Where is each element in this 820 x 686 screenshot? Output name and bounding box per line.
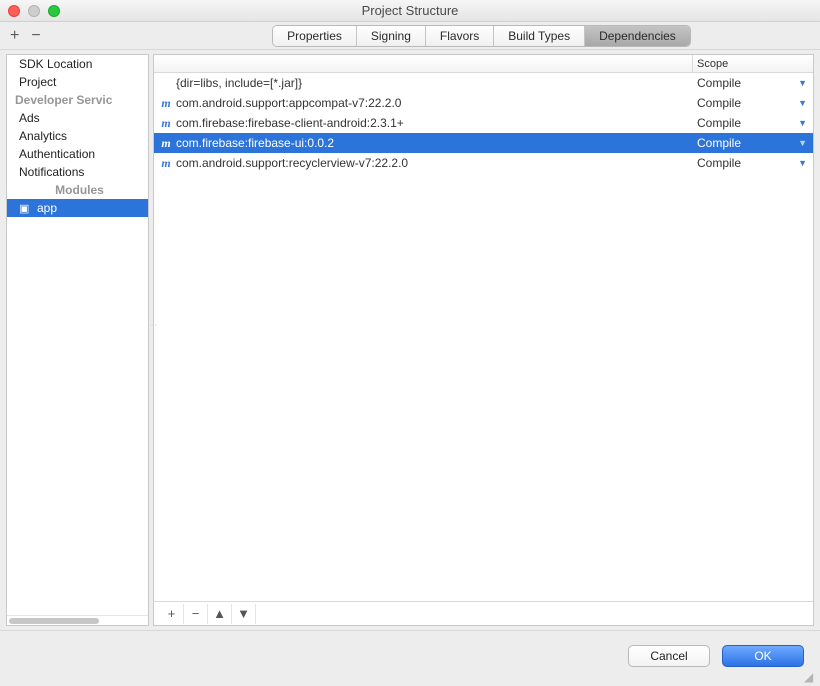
scope-cell[interactable]: Compile ▼ [693,76,813,90]
window-close-button[interactable] [8,5,20,17]
sidebar-item-project[interactable]: Project [7,73,148,91]
dependency-row[interactable]: {dir=libs, include=[*.jar]} Compile ▼ [154,73,813,93]
remove-dependency-button[interactable]: − [184,604,208,624]
chevron-down-icon: ▼ [798,158,807,168]
scope-value: Compile [697,116,741,130]
dependency-text: com.android.support:recyclerview-v7:22.2… [176,156,408,170]
tab-build-types[interactable]: Build Types [494,26,585,46]
chevron-down-icon: ▼ [798,98,807,108]
window-title: Project Structure [362,3,459,18]
add-dependency-button[interactable]: + [160,604,184,624]
sidebar-item-label: app [37,201,57,215]
dependency-cell: mcom.firebase:firebase-ui:0.0.2 [154,136,693,151]
sidebar-item-authentication[interactable]: Authentication [7,145,148,163]
chevron-down-icon: ▼ [798,118,807,128]
maven-icon: m [158,156,174,171]
dependency-row[interactable]: mcom.firebase:firebase-ui:0.0.2 Compile ▼ [154,133,813,153]
traffic-lights [8,5,60,17]
ok-button[interactable]: OK [722,645,804,667]
dependency-text: com.android.support:appcompat-v7:22.2.0 [176,96,401,110]
maven-icon: m [158,136,174,151]
sidebar-item-developer-servic: Developer Servic [7,91,148,109]
tab-properties[interactable]: Properties [273,26,357,46]
scope-value: Compile [697,96,741,110]
dependency-row[interactable]: mcom.android.support:recyclerview-v7:22.… [154,153,813,173]
dependency-cell: mcom.android.support:appcompat-v7:22.2.0 [154,96,693,111]
tabs-container: PropertiesSigningFlavorsBuild TypesDepen… [143,25,820,47]
header-dependency[interactable] [154,55,693,72]
toolbar-row: + − PropertiesSigningFlavorsBuild TypesD… [0,22,820,50]
dependency-row[interactable]: mcom.firebase:firebase-client-android:2.… [154,113,813,133]
module-folder-icon: ▣ [19,202,33,215]
dependency-cell: {dir=libs, include=[*.jar]} [154,76,693,90]
sidebar-horizontal-scrollbar[interactable] [7,615,148,625]
add-module-button[interactable]: + [10,27,19,45]
sidebar-item-notifications[interactable]: Notifications [7,163,148,181]
dependency-text: {dir=libs, include=[*.jar]} [176,76,302,90]
cancel-button[interactable]: Cancel [628,645,710,667]
dialog-footer: Cancel OK [0,630,820,680]
dependency-cell: mcom.firebase:firebase-client-android:2.… [154,116,693,131]
chevron-down-icon: ▼ [798,78,807,88]
scope-value: Compile [697,76,741,90]
chevron-down-icon: ▼ [798,138,807,148]
header-scope[interactable]: Scope [693,55,813,72]
remove-module-button[interactable]: − [31,27,40,45]
table-header: Scope [154,55,813,73]
sidebar: SDK LocationProjectDeveloper ServicAdsAn… [6,54,149,626]
window-minimize-button[interactable] [28,5,40,17]
splitter-handle[interactable]: ⋮ [147,320,153,360]
dependency-cell: mcom.android.support:recyclerview-v7:22.… [154,156,693,171]
scope-value: Compile [697,156,741,170]
sidebar-item-ads[interactable]: Ads [7,109,148,127]
scope-cell[interactable]: Compile ▼ [693,136,813,150]
main-area: SDK LocationProjectDeveloper ServicAdsAn… [0,50,820,630]
sidebar-scrollbar-thumb[interactable] [9,618,99,624]
table-body: {dir=libs, include=[*.jar]}Compile▼mcom.… [154,73,813,601]
scope-cell[interactable]: Compile ▼ [693,156,813,170]
maven-icon: m [158,116,174,131]
maven-icon: m [158,96,174,111]
sidebar-item-sdk-location[interactable]: SDK Location [7,55,148,73]
tab-signing[interactable]: Signing [357,26,426,46]
dependencies-table: Scope {dir=libs, include=[*.jar]} Compile… [153,54,814,626]
scope-cell[interactable]: Compile ▼ [693,116,813,130]
table-toolbar: + − ▲ ▼ [154,601,813,625]
dependency-text: com.firebase:firebase-ui:0.0.2 [176,136,334,150]
sidebar-item-modules: Modules [7,181,148,199]
window-zoom-button[interactable] [48,5,60,17]
sidebar-item-app[interactable]: ▣ app [7,199,148,217]
tab-flavors[interactable]: Flavors [426,26,494,46]
scope-value: Compile [697,136,741,150]
sidebar-item-analytics[interactable]: Analytics [7,127,148,145]
move-down-button[interactable]: ▼ [232,604,256,624]
scope-cell[interactable]: Compile ▼ [693,96,813,110]
right-panel: Scope {dir=libs, include=[*.jar]} Compile… [153,54,814,626]
dependency-text: com.firebase:firebase-client-android:2.3… [176,116,404,130]
sidebar-toolbar: + − [0,27,143,45]
tabstrip: PropertiesSigningFlavorsBuild TypesDepen… [272,25,691,47]
dependency-row[interactable]: mcom.android.support:appcompat-v7:22.2.0… [154,93,813,113]
window-titlebar: Project Structure [0,0,820,22]
move-up-button[interactable]: ▲ [208,604,232,624]
tab-dependencies[interactable]: Dependencies [585,26,690,46]
